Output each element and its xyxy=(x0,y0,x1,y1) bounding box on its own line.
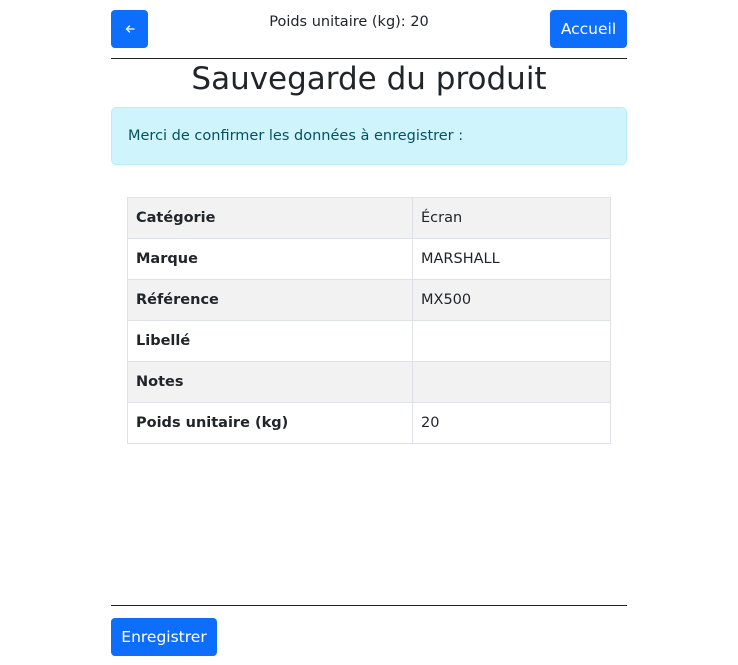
table-row: Marque MARSHALL xyxy=(127,238,611,280)
table-row: Référence MX500 xyxy=(127,279,611,321)
row-label: Marque xyxy=(127,238,413,280)
home-button[interactable]: Accueil xyxy=(550,10,627,48)
row-label: Poids unitaire (kg) xyxy=(127,402,413,444)
header-info-label: Poids unitaire (kg): xyxy=(269,14,406,30)
product-summary-table: Catégorie Écran Marque MARSHALL Référenc… xyxy=(127,197,611,444)
table-row: Libellé xyxy=(127,320,611,362)
row-value: Écran xyxy=(412,197,611,239)
row-label: Référence xyxy=(127,279,413,321)
row-value xyxy=(412,361,611,403)
row-value: MARSHALL xyxy=(412,238,611,280)
save-button[interactable]: Enregistrer xyxy=(111,618,217,656)
header-info-value: 20 xyxy=(410,14,429,30)
main-container: Poids unitaire (kg): 20 Accueil Sauvegar… xyxy=(111,0,627,665)
row-value: MX500 xyxy=(412,279,611,321)
alert-text: Merci de confirmer les données à enregis… xyxy=(128,128,464,144)
page-title: Sauvegarde du produit xyxy=(191,61,547,97)
row-value xyxy=(412,320,611,362)
row-label: Libellé xyxy=(127,320,413,362)
footer-divider xyxy=(111,605,627,606)
confirmation-alert: Merci de confirmer les données à enregis… xyxy=(111,107,627,165)
table-row: Poids unitaire (kg) 20 xyxy=(127,402,611,444)
row-label: Catégorie xyxy=(127,197,413,239)
table-row: Catégorie Écran xyxy=(127,197,611,239)
table-row: Notes xyxy=(127,361,611,403)
row-label: Notes xyxy=(127,361,413,403)
row-value: 20 xyxy=(412,402,611,444)
